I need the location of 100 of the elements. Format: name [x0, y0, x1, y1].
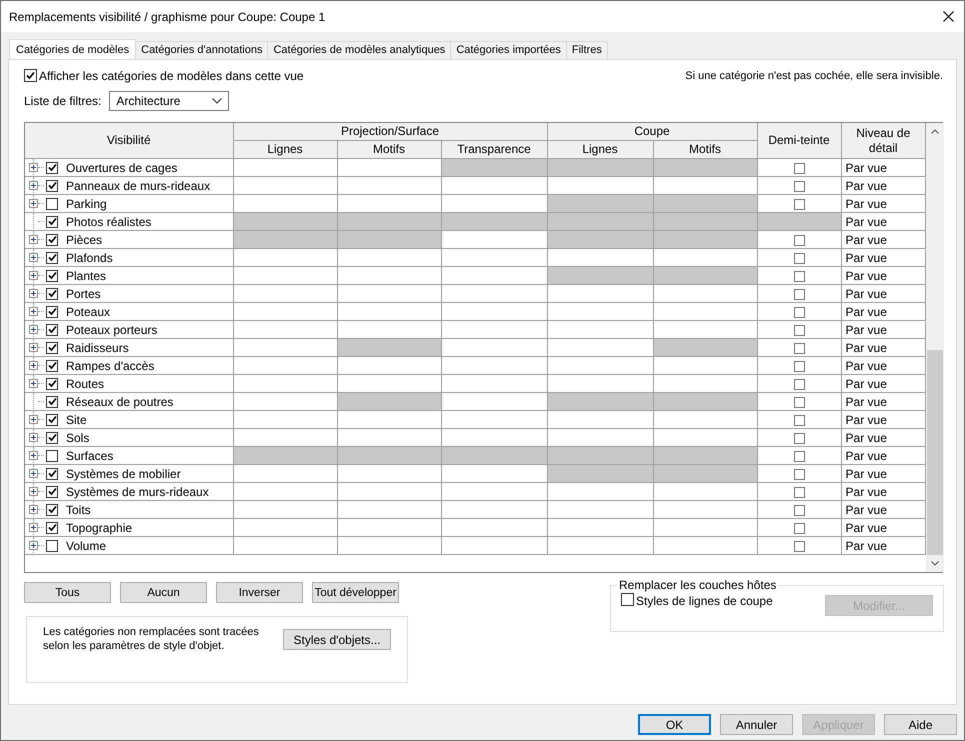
override-cell[interactable]	[653, 284, 758, 302]
override-cell[interactable]	[653, 500, 758, 518]
column-header[interactable]: Visibilité	[25, 123, 233, 158]
checkbox[interactable]	[46, 450, 58, 462]
checkbox[interactable]	[46, 270, 58, 282]
scroll-down-icon[interactable]	[931, 561, 939, 566]
override-cell[interactable]	[337, 500, 441, 518]
checkbox[interactable]	[794, 270, 805, 282]
checkbox[interactable]	[46, 180, 58, 192]
override-cell[interactable]	[441, 392, 548, 410]
checkbox[interactable]	[46, 198, 58, 210]
override-cell[interactable]	[337, 302, 441, 320]
action-button[interactable]: Tous	[24, 582, 111, 603]
tab[interactable]: Catégories de modèles	[9, 39, 136, 59]
override-cell[interactable]	[653, 518, 758, 536]
override-cell[interactable]	[233, 176, 337, 194]
override-cell[interactable]	[233, 284, 337, 302]
checkbox[interactable]	[46, 504, 58, 516]
checkbox[interactable]	[46, 396, 58, 408]
action-button[interactable]: Aucun	[120, 582, 207, 603]
override-cell[interactable]	[653, 536, 758, 554]
checkbox[interactable]	[46, 162, 58, 174]
override-cell[interactable]	[337, 284, 441, 302]
override-cell[interactable]	[547, 302, 654, 320]
override-cell[interactable]	[547, 320, 654, 338]
override-cell[interactable]	[233, 392, 337, 410]
checkbox[interactable]	[794, 288, 805, 300]
checkbox[interactable]	[46, 522, 58, 534]
override-cell[interactable]	[441, 374, 548, 392]
checkbox[interactable]	[794, 540, 805, 552]
override-cell[interactable]	[233, 410, 337, 428]
override-cell[interactable]	[233, 464, 337, 482]
action-button[interactable]: Tout développer	[312, 582, 399, 603]
expand-icon[interactable]	[29, 235, 38, 244]
checkbox[interactable]	[794, 234, 805, 246]
column-header[interactable]: Niveau de détail	[841, 123, 926, 158]
checkbox[interactable]	[46, 414, 58, 426]
action-button[interactable]: Inverser	[216, 582, 303, 603]
checkbox[interactable]	[794, 504, 805, 516]
override-cell[interactable]	[653, 302, 758, 320]
checkbox[interactable]	[794, 342, 805, 354]
expand-icon[interactable]	[29, 541, 38, 550]
expand-icon[interactable]	[29, 343, 38, 352]
override-cell[interactable]	[233, 356, 337, 374]
checkbox[interactable]	[794, 378, 805, 390]
override-cell[interactable]	[441, 320, 548, 338]
checkbox[interactable]	[621, 593, 634, 606]
checkbox[interactable]	[46, 360, 58, 372]
override-cell[interactable]	[547, 338, 654, 356]
override-cell[interactable]	[441, 536, 548, 554]
expand-icon[interactable]	[29, 199, 38, 208]
scroll-up-icon[interactable]	[931, 129, 939, 134]
expand-icon[interactable]	[29, 433, 38, 442]
override-cell[interactable]	[441, 266, 548, 284]
checkbox[interactable]	[46, 306, 58, 318]
close-icon[interactable]	[943, 11, 954, 22]
expand-icon[interactable]	[29, 379, 38, 388]
override-cell[interactable]	[547, 284, 654, 302]
override-cell[interactable]	[547, 410, 654, 428]
checkbox[interactable]	[46, 252, 58, 264]
expand-icon[interactable]	[29, 271, 38, 280]
expand-icon[interactable]	[29, 253, 38, 262]
override-cell[interactable]	[441, 248, 548, 266]
checkbox[interactable]	[794, 468, 805, 480]
checkbox[interactable]	[794, 360, 805, 372]
override-cell[interactable]	[337, 536, 441, 554]
checkbox[interactable]	[46, 342, 58, 354]
override-cell[interactable]	[441, 356, 548, 374]
override-cell[interactable]	[441, 284, 548, 302]
checkbox[interactable]	[46, 288, 58, 300]
checkbox[interactable]	[24, 69, 37, 82]
checkbox[interactable]	[46, 540, 58, 552]
override-cell[interactable]	[233, 302, 337, 320]
expand-icon[interactable]	[29, 505, 38, 514]
override-cell[interactable]	[441, 302, 548, 320]
override-cell[interactable]	[337, 248, 441, 266]
expand-icon[interactable]	[29, 325, 38, 334]
column-header[interactable]: Lignes	[547, 140, 654, 158]
override-cell[interactable]	[441, 464, 548, 482]
caret-icon[interactable]	[212, 98, 222, 104]
checkbox[interactable]	[794, 162, 805, 174]
expand-icon[interactable]	[29, 487, 38, 496]
expand-icon[interactable]	[29, 523, 38, 532]
column-header[interactable]: Demi-teinte	[757, 123, 842, 158]
checkbox[interactable]	[46, 234, 58, 246]
checkbox[interactable]	[794, 522, 805, 534]
override-cell[interactable]	[441, 176, 548, 194]
override-cell[interactable]	[233, 536, 337, 554]
override-cell[interactable]	[441, 230, 548, 248]
checkbox[interactable]	[794, 432, 805, 444]
override-cell[interactable]	[441, 500, 548, 518]
checkbox[interactable]	[794, 396, 805, 408]
override-cell[interactable]	[547, 356, 654, 374]
override-cell[interactable]	[337, 356, 441, 374]
override-cell[interactable]	[441, 410, 548, 428]
override-cell[interactable]	[337, 464, 441, 482]
expand-icon[interactable]	[29, 181, 38, 190]
override-cell[interactable]	[441, 482, 548, 500]
checkbox[interactable]	[46, 324, 58, 336]
tab[interactable]: Filtres	[566, 41, 608, 59]
